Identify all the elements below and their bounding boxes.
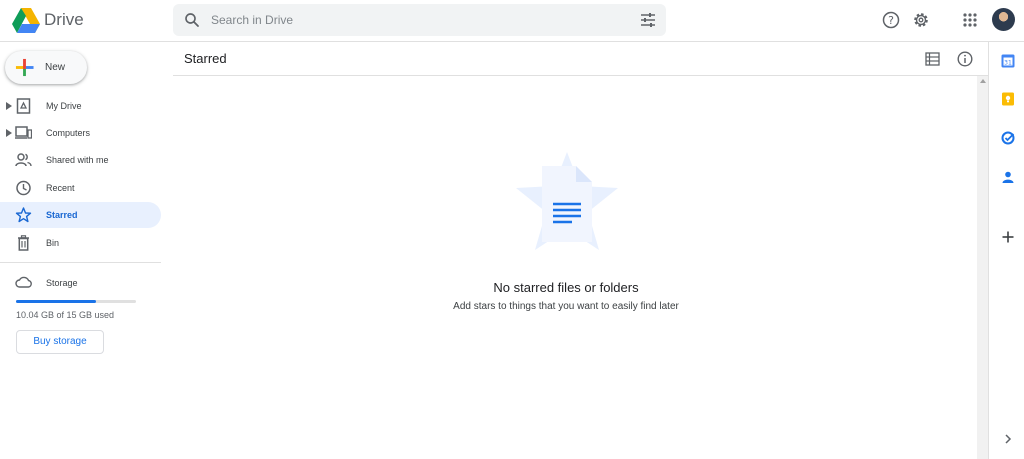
starred-empty-illustration [516,152,618,250]
sidebar-item-label: Recent [46,183,75,193]
contacts-icon[interactable] [1001,170,1015,184]
buy-storage-button[interactable]: Buy storage [16,330,104,354]
plus-icon [15,58,34,77]
main-header-divider [173,75,988,76]
calendar-icon[interactable]: 31 [1001,54,1015,68]
search-input[interactable]: Search in Drive [211,13,293,27]
scroll-up-arrow-icon[interactable] [980,78,986,84]
search-bar[interactable]: Search in Drive [173,4,666,36]
sidebar-item-label: Starred [46,210,78,220]
expand-arrow-icon[interactable] [6,129,12,137]
search-icon[interactable] [183,11,201,29]
computers-icon [15,126,32,139]
search-options-icon[interactable] [640,12,656,28]
cloud-icon [15,276,32,288]
my-drive-icon [16,98,31,114]
info-icon[interactable] [957,51,973,67]
empty-state-title: No starred files or folders [493,280,639,295]
sidebar-item-my-drive[interactable]: My Drive [0,93,161,119]
sidebar-item-bin[interactable]: Bin [0,230,161,256]
storage-label[interactable]: Storage [46,278,78,288]
top-bar: Drive Search in Drive ? [0,0,1024,42]
sidebar-item-computers[interactable]: Computers [0,120,161,146]
settings-icon[interactable] [912,11,930,29]
drive-logo-icon[interactable] [12,7,40,33]
side-panel: 31 [988,42,1024,459]
new-button-label: New [45,62,66,73]
add-addon-icon[interactable] [1001,230,1015,244]
sidebar-item-label: My Drive [46,101,82,111]
apps-grid-icon[interactable] [961,11,979,29]
new-button[interactable]: New [5,51,87,84]
account-avatar[interactable] [992,8,1015,31]
tasks-icon[interactable] [1001,131,1015,145]
expand-arrow-icon[interactable] [6,102,12,110]
sidebar-divider [0,262,161,263]
expand-panel-icon[interactable] [1001,432,1015,446]
main-scrollbar[interactable] [977,76,988,459]
sidebar-item-shared-with-me[interactable]: Shared with me [0,147,161,173]
star-icon [15,207,32,223]
sidebar-item-starred[interactable]: Starred [0,202,161,228]
storage-progress-fill [16,300,97,303]
empty-state-subtitle: Add stars to things that you want to eas… [453,301,679,312]
sidebar-item-label: Shared with me [46,155,109,165]
list-view-icon[interactable] [925,52,940,66]
sidebar-item-label: Bin [46,238,60,248]
svg-text:31: 31 [1004,60,1012,67]
page-title: Starred [184,51,227,66]
svg-text:?: ? [888,14,894,27]
sidebar-item-recent[interactable]: Recent [0,175,161,201]
sidebar-item-label: Computers [46,128,91,138]
bin-icon [18,235,29,251]
clock-icon [16,180,31,196]
help-icon[interactable]: ? [882,11,900,29]
app-name[interactable]: Drive [44,10,84,30]
storage-used-text: 10.04 GB of 15 GB used [16,310,115,320]
shared-icon [15,153,32,167]
storage-progress-bar [16,300,136,303]
keep-icon[interactable] [1001,92,1015,106]
